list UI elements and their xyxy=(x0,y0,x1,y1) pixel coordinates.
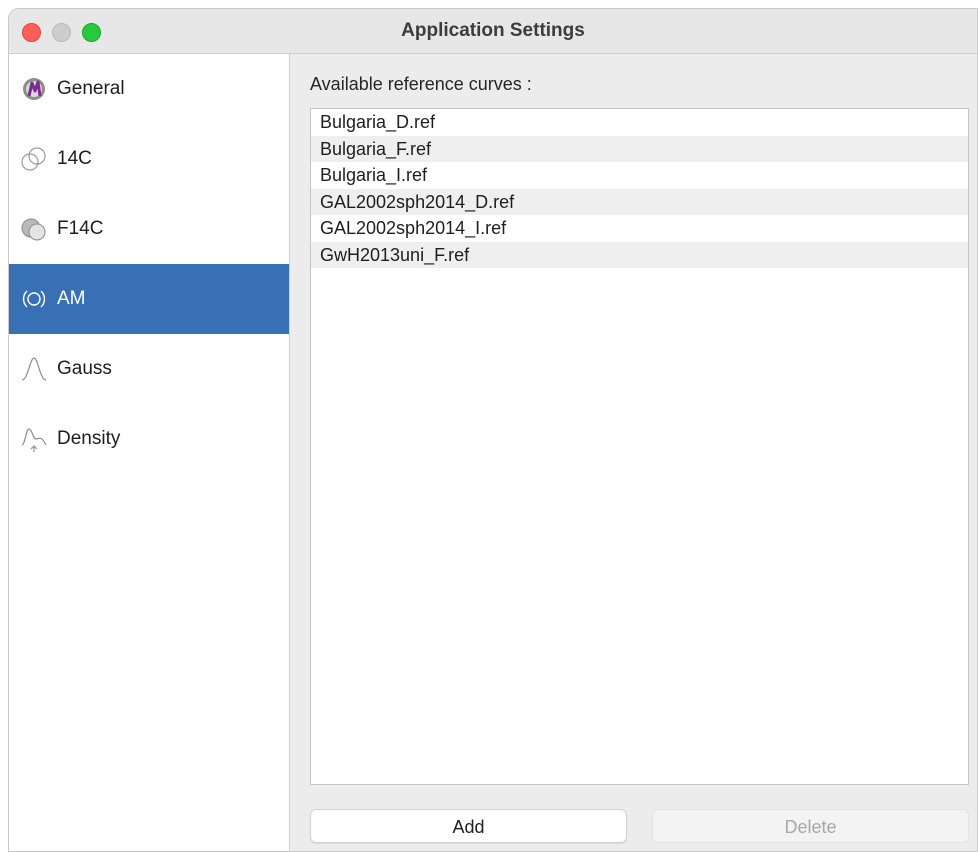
settings-sidebar: General 14C F14C AM Gauss Density xyxy=(9,54,290,851)
density-curve-icon xyxy=(19,424,49,454)
shaded-circles-icon xyxy=(19,214,49,244)
bell-curve-icon xyxy=(19,354,49,384)
sidebar-item-label: AM xyxy=(57,288,86,309)
overlapping-circles-icon xyxy=(19,144,49,174)
magnet-ring-icon xyxy=(19,284,49,314)
window-title: Application Settings xyxy=(401,20,585,41)
chronomodel-logo-icon xyxy=(19,74,49,104)
sidebar-item-general[interactable]: General xyxy=(9,54,289,124)
sidebar-item-14c[interactable]: 14C xyxy=(9,124,289,194)
list-item[interactable]: GwH2013uni_F.ref xyxy=(311,241,968,268)
sidebar-item-am[interactable]: AM xyxy=(9,264,289,334)
delete-button[interactable]: Delete xyxy=(652,809,969,843)
sidebar-item-label: General xyxy=(57,78,125,99)
list-item[interactable]: GAL2002sph2014_I.ref xyxy=(311,215,968,242)
am-settings-panel: Available reference curves : Bulgaria_D.… xyxy=(290,54,977,851)
sidebar-item-label: Gauss xyxy=(57,358,112,379)
settings-window: Application Settings General 14C F14C AM… xyxy=(8,8,978,852)
list-item[interactable]: Bulgaria_F.ref xyxy=(311,135,968,162)
sidebar-item-f14c[interactable]: F14C xyxy=(9,194,289,264)
list-item[interactable]: Bulgaria_D.ref xyxy=(311,109,968,136)
reference-curves-label: Available reference curves : xyxy=(310,74,532,94)
title-bar: Application Settings xyxy=(9,9,977,54)
reference-curves-list[interactable]: Bulgaria_D.ref Bulgaria_F.ref Bulgaria_I… xyxy=(310,108,969,785)
list-item[interactable]: GAL2002sph2014_D.ref xyxy=(311,188,968,215)
sidebar-item-label: F14C xyxy=(57,218,104,239)
sidebar-item-label: Density xyxy=(57,428,121,449)
sidebar-item-density[interactable]: Density xyxy=(9,404,289,474)
list-item[interactable]: Bulgaria_I.ref xyxy=(311,162,968,189)
sidebar-item-gauss[interactable]: Gauss xyxy=(9,334,289,404)
sidebar-item-label: 14C xyxy=(57,148,92,169)
add-button[interactable]: Add xyxy=(310,809,627,843)
